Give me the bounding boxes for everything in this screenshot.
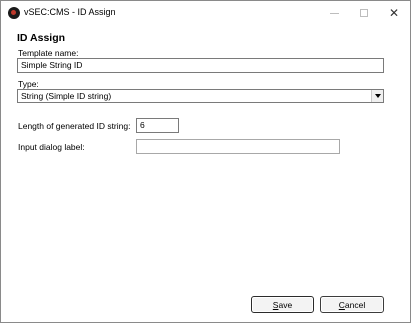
- save-button-label: Save: [272, 299, 293, 310]
- page-title: ID Assign: [17, 32, 66, 44]
- maximize-button[interactable]: [353, 3, 375, 23]
- close-icon: ✕: [388, 6, 400, 20]
- close-button[interactable]: ✕: [383, 3, 405, 23]
- template-name-input[interactable]: Simple String ID: [17, 58, 384, 73]
- chevron-down-icon: [374, 94, 381, 98]
- input-dialog-label-label: Input dialog label:: [18, 142, 85, 152]
- window-title: vSEC:CMS - ID Assign: [24, 7, 116, 17]
- type-label: Type:: [18, 79, 39, 89]
- type-select-value: String (Simple ID string): [21, 91, 112, 101]
- maximize-icon: [360, 9, 368, 17]
- length-label: Length of generated ID string:: [18, 121, 131, 131]
- template-name-label: Template name:: [18, 48, 79, 58]
- cancel-button[interactable]: Cancel: [320, 296, 384, 313]
- minimize-button[interactable]: [323, 3, 345, 23]
- cancel-button-label: Cancel: [338, 299, 366, 310]
- vsec-app-icon: [8, 7, 20, 19]
- save-button[interactable]: Save: [251, 296, 314, 313]
- length-input[interactable]: 6: [136, 118, 179, 133]
- title-bar[interactable]: vSEC:CMS - ID Assign ✕: [1, 1, 410, 25]
- id-assign-dialog: vSEC:CMS - ID Assign ✕ ID Assign Templat…: [0, 0, 411, 323]
- dropdown-arrow-button[interactable]: [371, 90, 383, 102]
- type-select[interactable]: String (Simple ID string): [17, 89, 384, 103]
- minimize-icon: [329, 12, 339, 14]
- input-dialog-label-input[interactable]: [136, 139, 340, 154]
